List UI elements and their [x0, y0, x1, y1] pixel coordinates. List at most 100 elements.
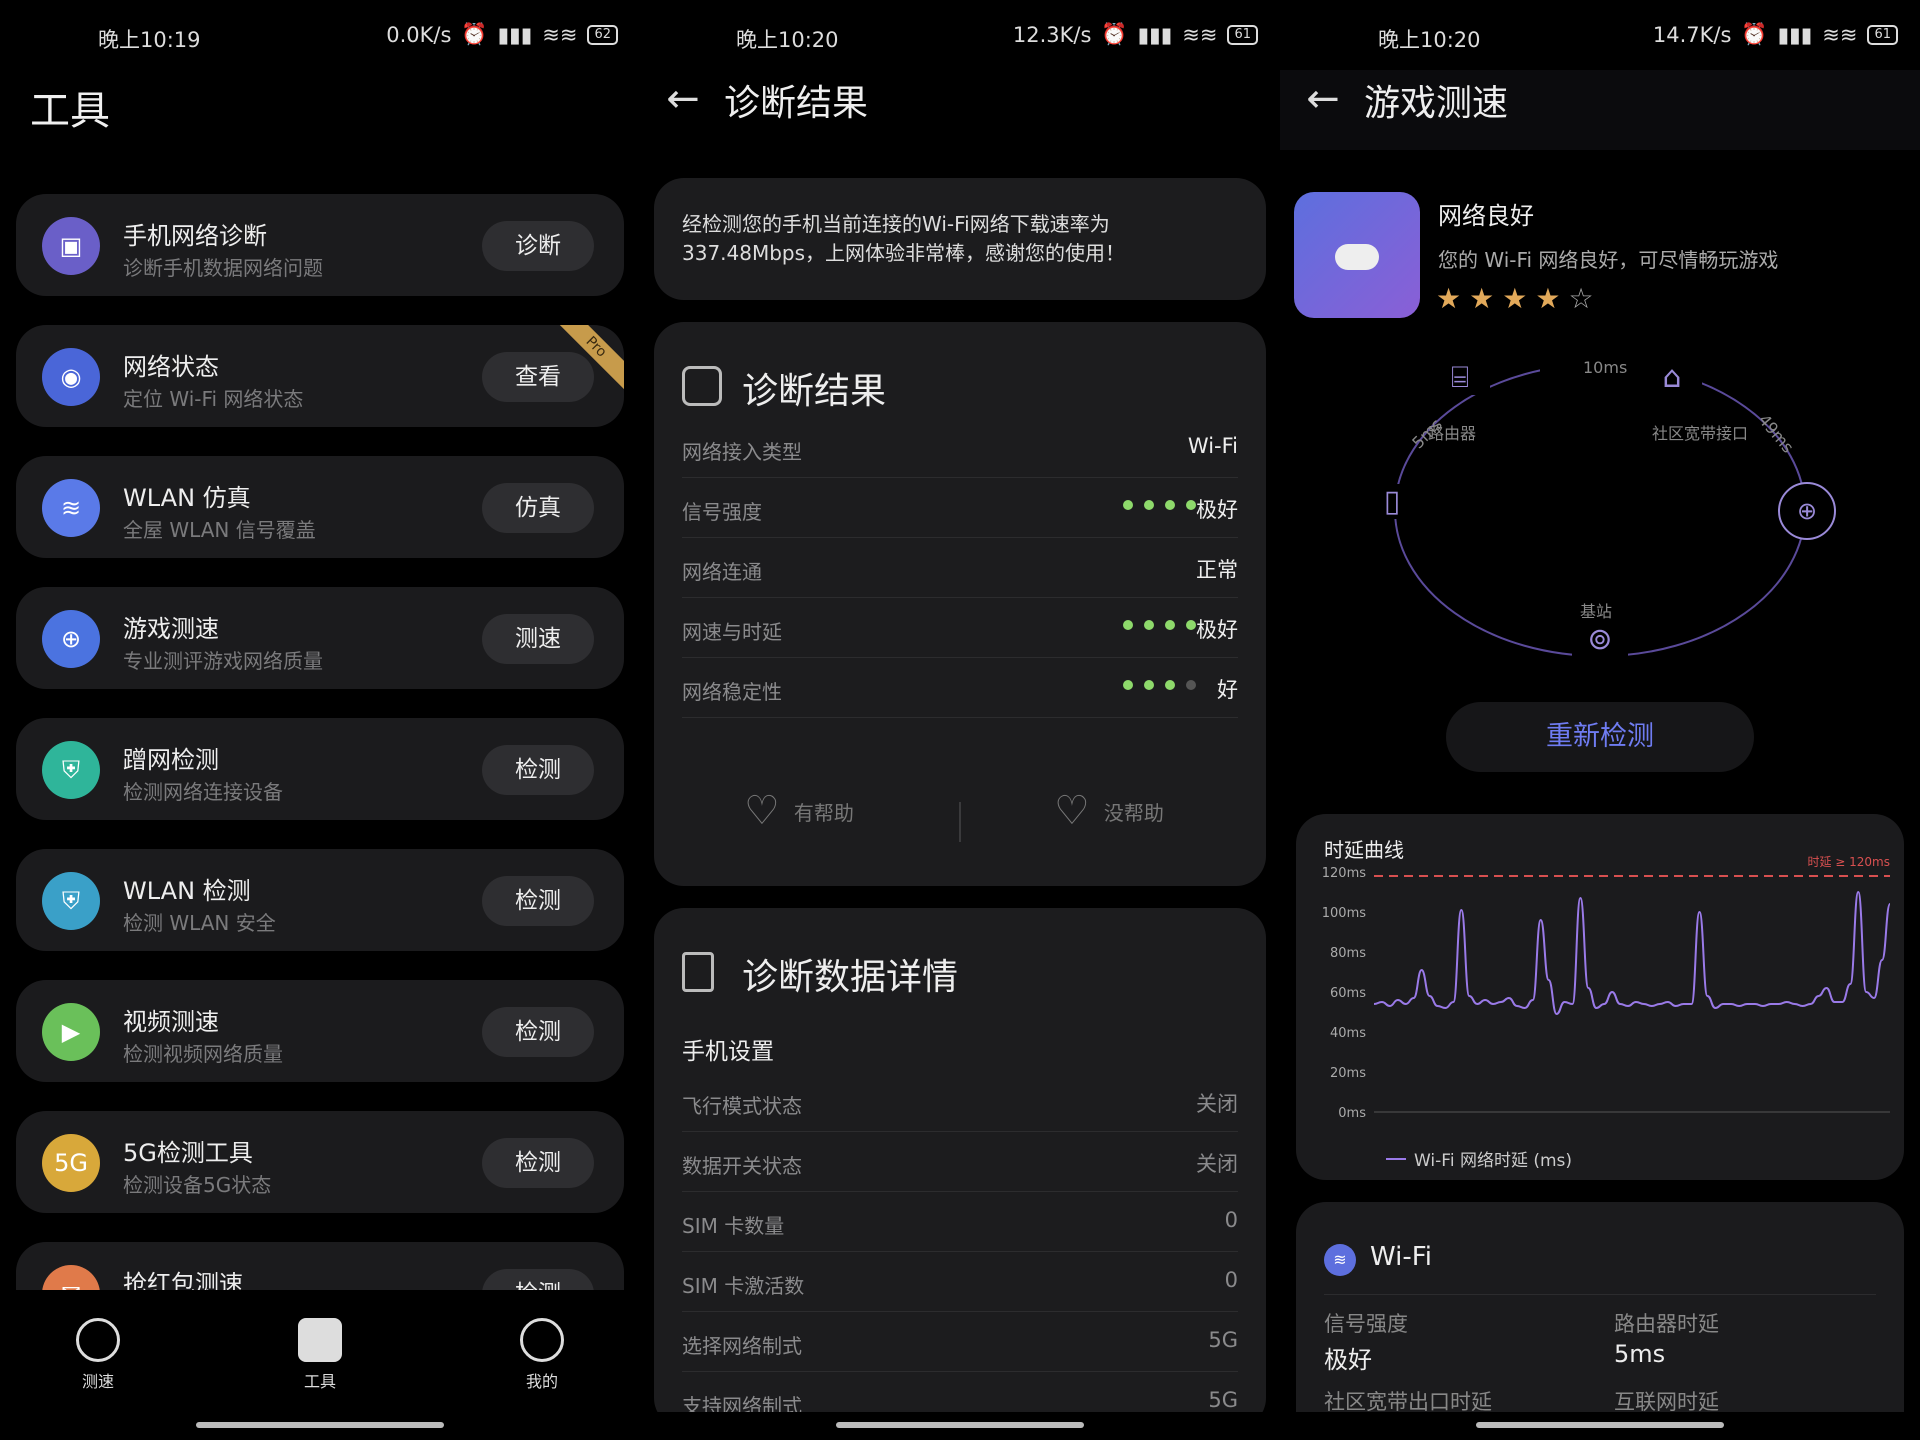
- result-value: 好: [1217, 678, 1238, 702]
- legend-label: Wi-Fi 网络时延 (ms): [1414, 1151, 1573, 1171]
- divider: [959, 802, 961, 842]
- retest-button[interactable]: 重新检测: [1446, 702, 1754, 772]
- result-title: 诊断结果: [742, 371, 887, 412]
- result-card: 诊断结果 网络接入类型 Wi-Fi 信号强度 极好 网络连通 正常 网速与时延 极好 网络稳定性…: [654, 322, 1266, 886]
- rating-stars: ★ ★ ★ ★ ☆: [1436, 282, 1602, 315]
- nav-mine[interactable]: 我的: [492, 1318, 592, 1392]
- tool-desc: 检测视频网络质量: [123, 1042, 283, 1066]
- tools-screen: 晚上10:19 0.0K/s ⏰ ▮▮▮ ≋≋ 62 工具 ▣ 手机网络诊断 诊断手…: [0, 0, 640, 1440]
- tool-name: 视频测速: [123, 1008, 219, 1036]
- y-tick-label: 60ms: [1330, 986, 1366, 1001]
- document-icon: [682, 952, 714, 992]
- cell-signal-icon: ▮▮▮: [1137, 22, 1173, 47]
- shield-check-icon: ⛨: [42, 872, 100, 930]
- video-icon: ▶: [42, 1003, 100, 1061]
- tool-action-button[interactable]: 检测: [482, 876, 594, 926]
- tool-action-button[interactable]: 仿真: [482, 483, 594, 533]
- battery-icon: 61: [1867, 24, 1898, 45]
- nav-tools[interactable]: 工具: [270, 1318, 370, 1392]
- not-helpful-button[interactable]: ♡ 没帮助: [1054, 788, 1164, 834]
- signal-dots: [1123, 680, 1196, 690]
- tool-item[interactable]: ◉ 网络状态 定位 Wi-Fi 网络状态 查看 Pro: [16, 325, 624, 427]
- tool-desc: 全屋 WLAN 信号覆盖: [123, 518, 316, 542]
- gamepad-app-icon: [1294, 192, 1420, 318]
- result-value: Wi-Fi: [1187, 434, 1238, 458]
- wifi-title: Wi-Fi: [1370, 1242, 1433, 1272]
- star-icon: ★: [1436, 282, 1462, 315]
- tool-action-button[interactable]: 测速: [482, 614, 594, 664]
- back-arrow-icon[interactable]: ←: [1298, 76, 1348, 126]
- detail-value: 5G: [1208, 1388, 1238, 1412]
- broadband-label: 社区宽带接口: [1652, 424, 1749, 443]
- star-icon: ★: [1502, 282, 1528, 315]
- home-indicator: [836, 1422, 1084, 1428]
- tool-action-button[interactable]: 检测: [482, 1138, 594, 1188]
- broken-heart-icon: ♡: [1054, 788, 1090, 834]
- page-title: 游戏测速: [1364, 83, 1509, 124]
- signal-dot: [1144, 620, 1154, 630]
- tool-desc: 专业测评游戏网络质量: [123, 649, 323, 673]
- net-speed: 12.3K/s: [1012, 22, 1092, 47]
- cell-signal-icon: ▮▮▮: [497, 22, 533, 47]
- tool-item[interactable]: ⛨ 蹭网检测 检测网络连接设备 检测: [16, 718, 624, 820]
- helpful-button[interactable]: ♡ 有帮助: [744, 788, 854, 834]
- tool-action-button[interactable]: 诊断: [482, 221, 594, 271]
- detail-label: 数据开关状态: [682, 1154, 802, 1178]
- status-bar: 晚上10:20 14.7K/s ⏰ ▮▮▮ ≋≋ 61: [1280, 0, 1920, 70]
- signal-dot: [1165, 500, 1175, 510]
- detail-value: 关闭: [1196, 1152, 1238, 1176]
- result-row: 信号强度 极好: [682, 478, 1238, 538]
- tool-action-button[interactable]: 检测: [482, 1007, 594, 1057]
- tool-item[interactable]: ▣ 手机网络诊断 诊断手机数据网络问题 诊断: [16, 194, 624, 296]
- router-icon: ⌸: [1430, 360, 1490, 395]
- network-desc: 您的 Wi-Fi 网络良好，可尽情畅玩游戏: [1438, 248, 1779, 272]
- tool-action-button[interactable]: 检测: [482, 745, 594, 795]
- latency-chart-card: 时延曲线 0ms 20ms 40ms 60ms 80ms 100ms 120ms 时延 ≥ 1…: [1296, 814, 1904, 1180]
- battery-icon: 62: [587, 24, 618, 45]
- nav-speedtest[interactable]: 测速: [48, 1318, 148, 1392]
- result-icon: [682, 366, 722, 406]
- tool-action-button[interactable]: 查看: [482, 352, 594, 402]
- person-icon: [520, 1318, 564, 1362]
- wifi-card: ≋ Wi-Fi 信号强度 极好 路由器时延 5ms 社区宽带出口时延 互联网时延: [1296, 1202, 1904, 1440]
- alarm-icon: ⏰: [1101, 22, 1128, 46]
- 5g-icon: 5G: [42, 1134, 100, 1192]
- tool-item[interactable]: ▶ 视频测速检测视频网络质量 检测: [16, 980, 624, 1082]
- signal-dot: [1144, 680, 1154, 690]
- y-tick-label: 80ms: [1330, 946, 1366, 961]
- status-bar: 晚上10:19 0.0K/s ⏰ ▮▮▮ ≋≋ 62: [0, 0, 640, 70]
- latency-router-broadband: 10ms: [1583, 358, 1628, 377]
- signal-dot: [1123, 680, 1133, 690]
- detail-row: SIM 卡数量 0: [682, 1192, 1238, 1252]
- detail-row: 选择网络制式 5G: [682, 1312, 1238, 1372]
- detail-row: SIM 卡激活数 0: [682, 1252, 1238, 1312]
- tool-item[interactable]: ⛨ WLAN 检测 检测 WLAN 安全 检测: [16, 849, 624, 951]
- signal-dot: [1123, 500, 1133, 510]
- result-row: 网络连通 正常: [682, 538, 1238, 598]
- antenna-icon: ⊚: [1572, 622, 1628, 657]
- back-arrow-icon[interactable]: ←: [658, 76, 708, 126]
- router-label: 路由器: [1428, 424, 1477, 443]
- tool-item[interactable]: ⊕ 游戏测速 专业测评游戏网络质量 测速: [16, 587, 624, 689]
- wifi-icon: ≋: [42, 479, 100, 537]
- tool-name: 网络状态: [123, 353, 219, 381]
- y-tick-label: 40ms: [1330, 1026, 1366, 1041]
- broadband-icon: ⌂: [1642, 360, 1702, 395]
- tool-name: 游戏测速: [123, 615, 219, 643]
- wifi-icon: ≋: [1324, 1244, 1356, 1276]
- tool-item[interactable]: 5G 5G检测工具 检测设备5G状态 检测: [16, 1111, 624, 1213]
- tool-item[interactable]: ≋ WLAN 仿真 全屋 WLAN 信号覆盖 仿真: [16, 456, 624, 558]
- star-icon: ★: [1535, 282, 1561, 315]
- detail-value: 0: [1224, 1208, 1238, 1232]
- signal-dot: [1186, 500, 1196, 510]
- network-status: 网络良好: [1438, 202, 1534, 230]
- detail-value: 关闭: [1196, 1092, 1238, 1116]
- speedometer-icon: [76, 1318, 120, 1362]
- page-title: 诊断结果: [724, 83, 869, 124]
- summary-card: 经检测您的手机当前连接的Wi-Fi网络下载速率为337.48Mbps，上网体验非…: [654, 178, 1266, 300]
- alarm-icon: ⏰: [461, 22, 488, 46]
- detail-label: SIM 卡激活数: [682, 1274, 805, 1298]
- star-icon: ☆: [1568, 282, 1594, 315]
- gamepad-icon: [1335, 244, 1379, 270]
- details-title: 诊断数据详情: [742, 957, 959, 998]
